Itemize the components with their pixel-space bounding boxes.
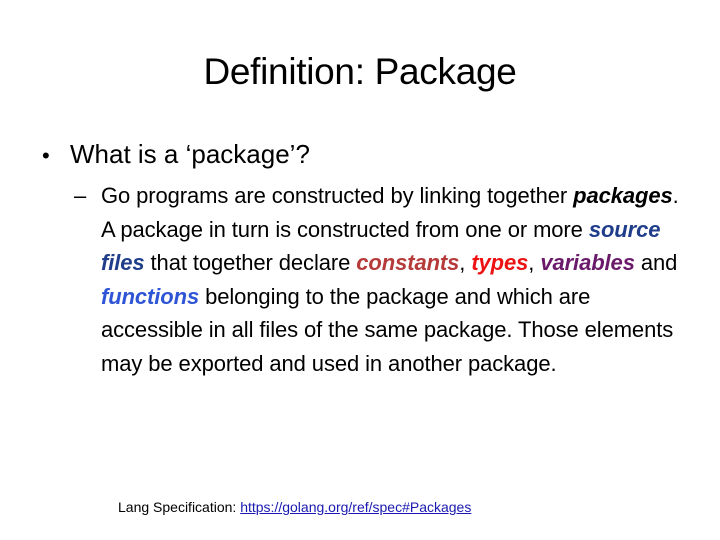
- bullet-text: What is a ‘package’?: [70, 139, 310, 169]
- footer: Lang Specification: https://golang.org/r…: [118, 497, 471, 517]
- text-segment: ,: [459, 250, 472, 275]
- slide-title: Definition: Package: [203, 51, 517, 92]
- sub-bullet: – Go programs are constructed by linking…: [74, 179, 694, 380]
- keyword-packages: packages: [573, 183, 673, 208]
- text-segment: ,: [528, 250, 541, 275]
- slide: Definition: Package • What is a ‘package…: [0, 0, 720, 540]
- bullet-marker: •: [42, 143, 50, 168]
- sub-bullet-text: Go programs are constructed by linking t…: [101, 179, 694, 380]
- text-segment: that together declare: [144, 250, 357, 275]
- bullet-item: • What is a ‘package’?: [42, 136, 310, 174]
- keyword-functions: functions: [101, 283, 200, 309]
- keyword-variables: variables: [540, 250, 635, 275]
- text-segment: and: [634, 250, 678, 275]
- text-segment: Go programs are constructed by linking t…: [101, 183, 574, 208]
- keyword-constants: constants: [356, 250, 460, 275]
- spec-link[interactable]: https://golang.org/ref/spec#Packages: [240, 499, 471, 515]
- sub-bullet-marker: –: [74, 183, 87, 208]
- footer-label: Lang Specification:: [118, 499, 241, 515]
- keyword-types: types: [471, 250, 529, 275]
